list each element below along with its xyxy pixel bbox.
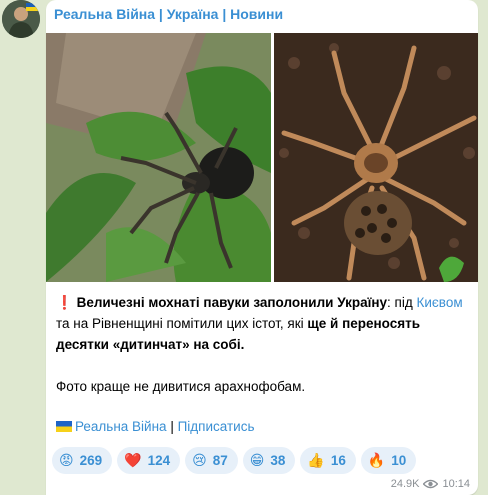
reaction-count: 16 [330,453,346,468]
fire-icon: 🔥 [367,452,386,468]
reaction-heart[interactable]: ❤️ 124 [117,447,181,474]
reaction-count: 87 [212,453,228,468]
footer-separator: | [166,419,178,434]
post-text: ❗ Величезні мохнаті павуки заполонили Ук… [56,292,472,397]
reaction-grin[interactable]: 😁 38 [242,447,296,474]
avatar-image [2,0,40,38]
city-link[interactable]: Києвом [417,295,463,310]
reactions-bar: 😡 269 ❤️ 124 😢 87 😁 38 👍 16 🔥 10 [52,447,417,474]
angry-face-icon: 😡 [59,452,74,468]
exclamation-icon: ❗ [56,295,73,310]
post-paragraph-2: Фото краще не дивитися арахнофобам. [56,379,306,394]
reaction-count: 38 [270,453,286,468]
reaction-angry[interactable]: 😡 269 [52,447,113,474]
crying-face-icon: 😢 [192,452,207,468]
reaction-count: 269 [79,453,103,468]
channel-link[interactable]: Реальна Війна [75,419,167,434]
heart-icon: ❤️ [124,452,142,468]
spider-photo-2[interactable] [274,33,478,282]
subscribe-link[interactable]: Підписатись [178,419,255,434]
message-time: 10:14 [442,478,470,490]
post-headline: Величезні мохнаті павуки заполонили Укра… [76,295,388,310]
reaction-count: 10 [391,453,407,468]
post-footer: Реальна Війна | Підписатись [56,419,254,434]
grinning-face-icon: 😁 [249,452,265,468]
channel-avatar[interactable] [2,0,40,38]
spider-photo-1[interactable] [46,33,271,282]
spider-on-soil-image [274,33,478,282]
thumbs-up-icon: 👍 [307,452,325,468]
reaction-count: 124 [147,453,171,468]
post-paragraph-1: ❗ Величезні мохнаті павуки заполонили Ук… [56,292,472,355]
reaction-sad[interactable]: 😢 87 [185,447,238,474]
eye-icon [423,479,439,489]
message-meta: 24.9K 10:14 [391,478,470,490]
reaction-fire[interactable]: 🔥 10 [360,447,417,474]
ukraine-flag-icon [56,421,72,432]
post-text-mid: та на Рівненщині помітили цих істот, які [56,316,308,331]
spider-on-leaves-image [46,33,271,282]
post-colon: : під [387,295,417,310]
message-bubble: Реальна Війна | Україна | Новини ❗ Велич… [46,0,478,495]
reaction-thumbs-up[interactable]: 👍 16 [300,447,356,474]
view-count: 24.9K [390,478,420,490]
channel-name[interactable]: Реальна Війна | Україна | Новини [54,6,283,22]
